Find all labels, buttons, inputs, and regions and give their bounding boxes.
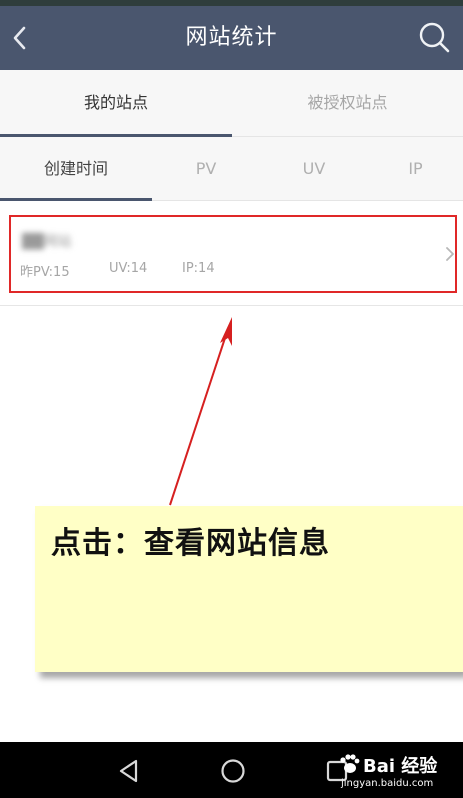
nav-home-button[interactable]: [216, 754, 250, 788]
list-item[interactable]: ██网站 昨PV:15 UV:14 IP:14: [0, 201, 463, 305]
tab-authorized-sites[interactable]: 被授权站点: [232, 70, 463, 136]
screen: 网站统计 我的站点 被授权站点 创建时间 PV UV IP ██网站 昨PV:1…: [0, 0, 463, 798]
watermark: Bai 经验 jingyan.baidu.com: [337, 746, 457, 796]
nav-recent-button[interactable]: [320, 754, 354, 788]
tab-my-sites[interactable]: 我的站点: [0, 70, 232, 136]
system-nav-bar: Bai 经验 jingyan.baidu.com: [0, 742, 463, 798]
annotation-text: 点击：查看网站信息: [51, 526, 330, 561]
triangle-back-icon: [119, 759, 138, 783]
search-icon: [419, 22, 450, 53]
tab-sort-ip[interactable]: IP: [368, 137, 463, 200]
chevron-right-icon: [446, 247, 454, 261]
watermark-brand: Bai 经验: [363, 756, 438, 777]
app-header: 网站统计: [0, 6, 463, 70]
site-uv: UV:14: [109, 261, 148, 276]
page-title: 网站统计: [185, 25, 278, 50]
tab-sort-created-time[interactable]: 创建时间: [0, 137, 152, 200]
nav-back-button[interactable]: [113, 754, 147, 788]
watermark-url: jingyan.baidu.com: [341, 778, 434, 789]
site-pv: 昨PV:15: [20, 265, 70, 280]
site-name: ██网站: [22, 234, 72, 250]
site-list: ██网站 昨PV:15 UV:14 IP:14: [0, 201, 463, 306]
site-scope-tabs: 我的站点 被授权站点: [0, 70, 463, 137]
tab-sort-pv[interactable]: PV: [152, 137, 260, 200]
annotation-note: 点击：查看网站信息: [35, 506, 463, 672]
sort-tabs: 创建时间 PV UV IP: [0, 137, 463, 201]
tab-sort-uv[interactable]: UV: [260, 137, 368, 200]
square-recent-icon: [326, 760, 348, 782]
circle-home-icon: [221, 759, 245, 783]
site-ip: IP:14: [182, 261, 215, 276]
search-button[interactable]: [415, 18, 455, 58]
